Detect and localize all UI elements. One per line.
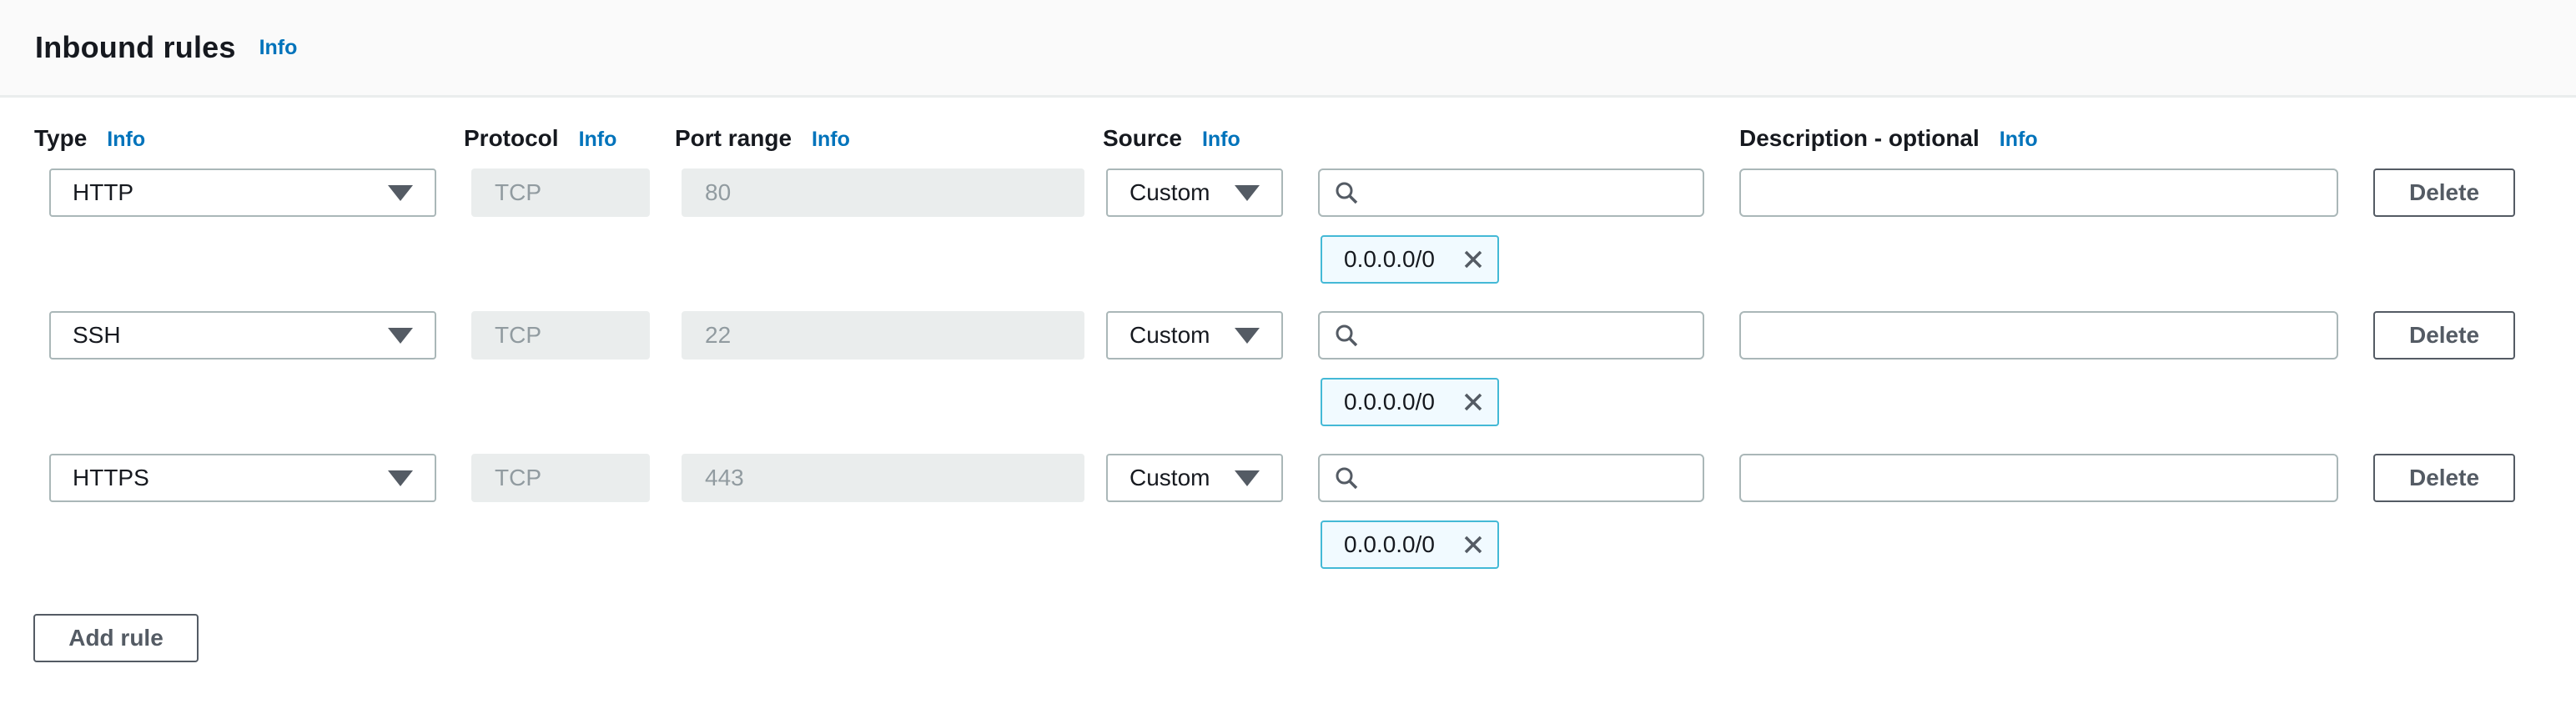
port-range-field: 80 <box>682 168 1084 217</box>
source-search-input[interactable] <box>1370 455 1689 500</box>
remove-cidr-button[interactable] <box>1461 247 1486 272</box>
column-header-type: Type Info <box>34 125 145 153</box>
add-rule-button[interactable]: Add rule <box>33 614 199 662</box>
source-search-box <box>1318 311 1704 360</box>
column-label: Port range <box>675 125 792 152</box>
source-cidr-value: 0.0.0.0/0 <box>1344 531 1435 558</box>
source-cidr-value: 0.0.0.0/0 <box>1344 246 1435 273</box>
search-icon <box>1333 465 1360 491</box>
column-header-description: Description - optional Info <box>1739 125 2038 153</box>
source-search-input[interactable] <box>1370 170 1689 215</box>
caret-down-icon <box>1235 470 1260 486</box>
close-icon <box>1461 390 1486 415</box>
column-label: Source <box>1103 125 1182 152</box>
column-header-port-range: Port range Info <box>675 125 850 153</box>
port-range-field: 22 <box>682 311 1084 360</box>
source-search-box <box>1318 454 1704 502</box>
type-select-value: HTTPS <box>73 465 149 491</box>
protocol-value: TCP <box>495 465 541 491</box>
description-input[interactable] <box>1739 168 2338 217</box>
type-select-value: SSH <box>73 322 121 349</box>
port-range-field: 443 <box>682 454 1084 502</box>
source-cidr-token: 0.0.0.0/0 <box>1321 520 1499 569</box>
description-input[interactable] <box>1739 454 2338 502</box>
description-input[interactable] <box>1739 311 2338 360</box>
source-type-value: Custom <box>1130 179 1210 206</box>
port-range-value: 22 <box>705 322 731 349</box>
delete-button[interactable]: Delete <box>2373 311 2515 360</box>
protocol-value: TCP <box>495 322 541 349</box>
close-icon <box>1461 532 1486 557</box>
remove-cidr-button[interactable] <box>1461 390 1486 415</box>
protocol-value: TCP <box>495 179 541 206</box>
source-cidr-token: 0.0.0.0/0 <box>1321 235 1499 284</box>
protocol-info-link[interactable]: Info <box>579 128 617 152</box>
protocol-field: TCP <box>471 311 650 360</box>
port-range-value: 80 <box>705 179 731 206</box>
port-range-info-link[interactable]: Info <box>812 128 850 152</box>
search-icon <box>1333 179 1360 206</box>
panel-info-link[interactable]: Info <box>259 36 298 60</box>
source-type-value: Custom <box>1130 322 1210 349</box>
search-icon <box>1333 322 1360 349</box>
column-label: Protocol <box>464 125 559 152</box>
source-type-select[interactable]: Custom <box>1106 168 1283 217</box>
caret-down-icon <box>1235 328 1260 344</box>
column-header-source: Source Info <box>1103 125 1240 153</box>
column-header-protocol: Protocol Info <box>464 125 616 153</box>
description-info-link[interactable]: Info <box>2000 128 2038 152</box>
source-cidr-token: 0.0.0.0/0 <box>1321 378 1499 426</box>
inbound-rules-panel: Inbound rules Info Type Info Protocol In… <box>0 0 2576 714</box>
source-info-link[interactable]: Info <box>1202 128 1240 152</box>
protocol-field: TCP <box>471 454 650 502</box>
delete-button[interactable]: Delete <box>2373 168 2515 217</box>
source-cidr-value: 0.0.0.0/0 <box>1344 389 1435 415</box>
type-info-link[interactable]: Info <box>107 128 145 152</box>
source-search-input[interactable] <box>1370 313 1689 358</box>
source-search-box <box>1318 168 1704 217</box>
type-select-value: HTTP <box>73 179 133 206</box>
source-type-value: Custom <box>1130 465 1210 491</box>
caret-down-icon <box>388 470 413 486</box>
close-icon <box>1461 247 1486 272</box>
column-label: Type <box>34 125 87 152</box>
type-select[interactable]: HTTP <box>49 168 436 217</box>
caret-down-icon <box>388 185 413 201</box>
protocol-field: TCP <box>471 168 650 217</box>
delete-button[interactable]: Delete <box>2373 454 2515 502</box>
column-label: Description - optional <box>1739 125 1980 152</box>
panel-title: Inbound rules <box>35 30 236 65</box>
port-range-value: 443 <box>705 465 744 491</box>
remove-cidr-button[interactable] <box>1461 532 1486 557</box>
panel-header: Inbound rules Info <box>0 0 2576 98</box>
type-select[interactable]: SSH <box>49 311 436 360</box>
caret-down-icon <box>388 328 413 344</box>
source-type-select[interactable]: Custom <box>1106 454 1283 502</box>
source-type-select[interactable]: Custom <box>1106 311 1283 360</box>
type-select[interactable]: HTTPS <box>49 454 436 502</box>
caret-down-icon <box>1235 185 1260 201</box>
